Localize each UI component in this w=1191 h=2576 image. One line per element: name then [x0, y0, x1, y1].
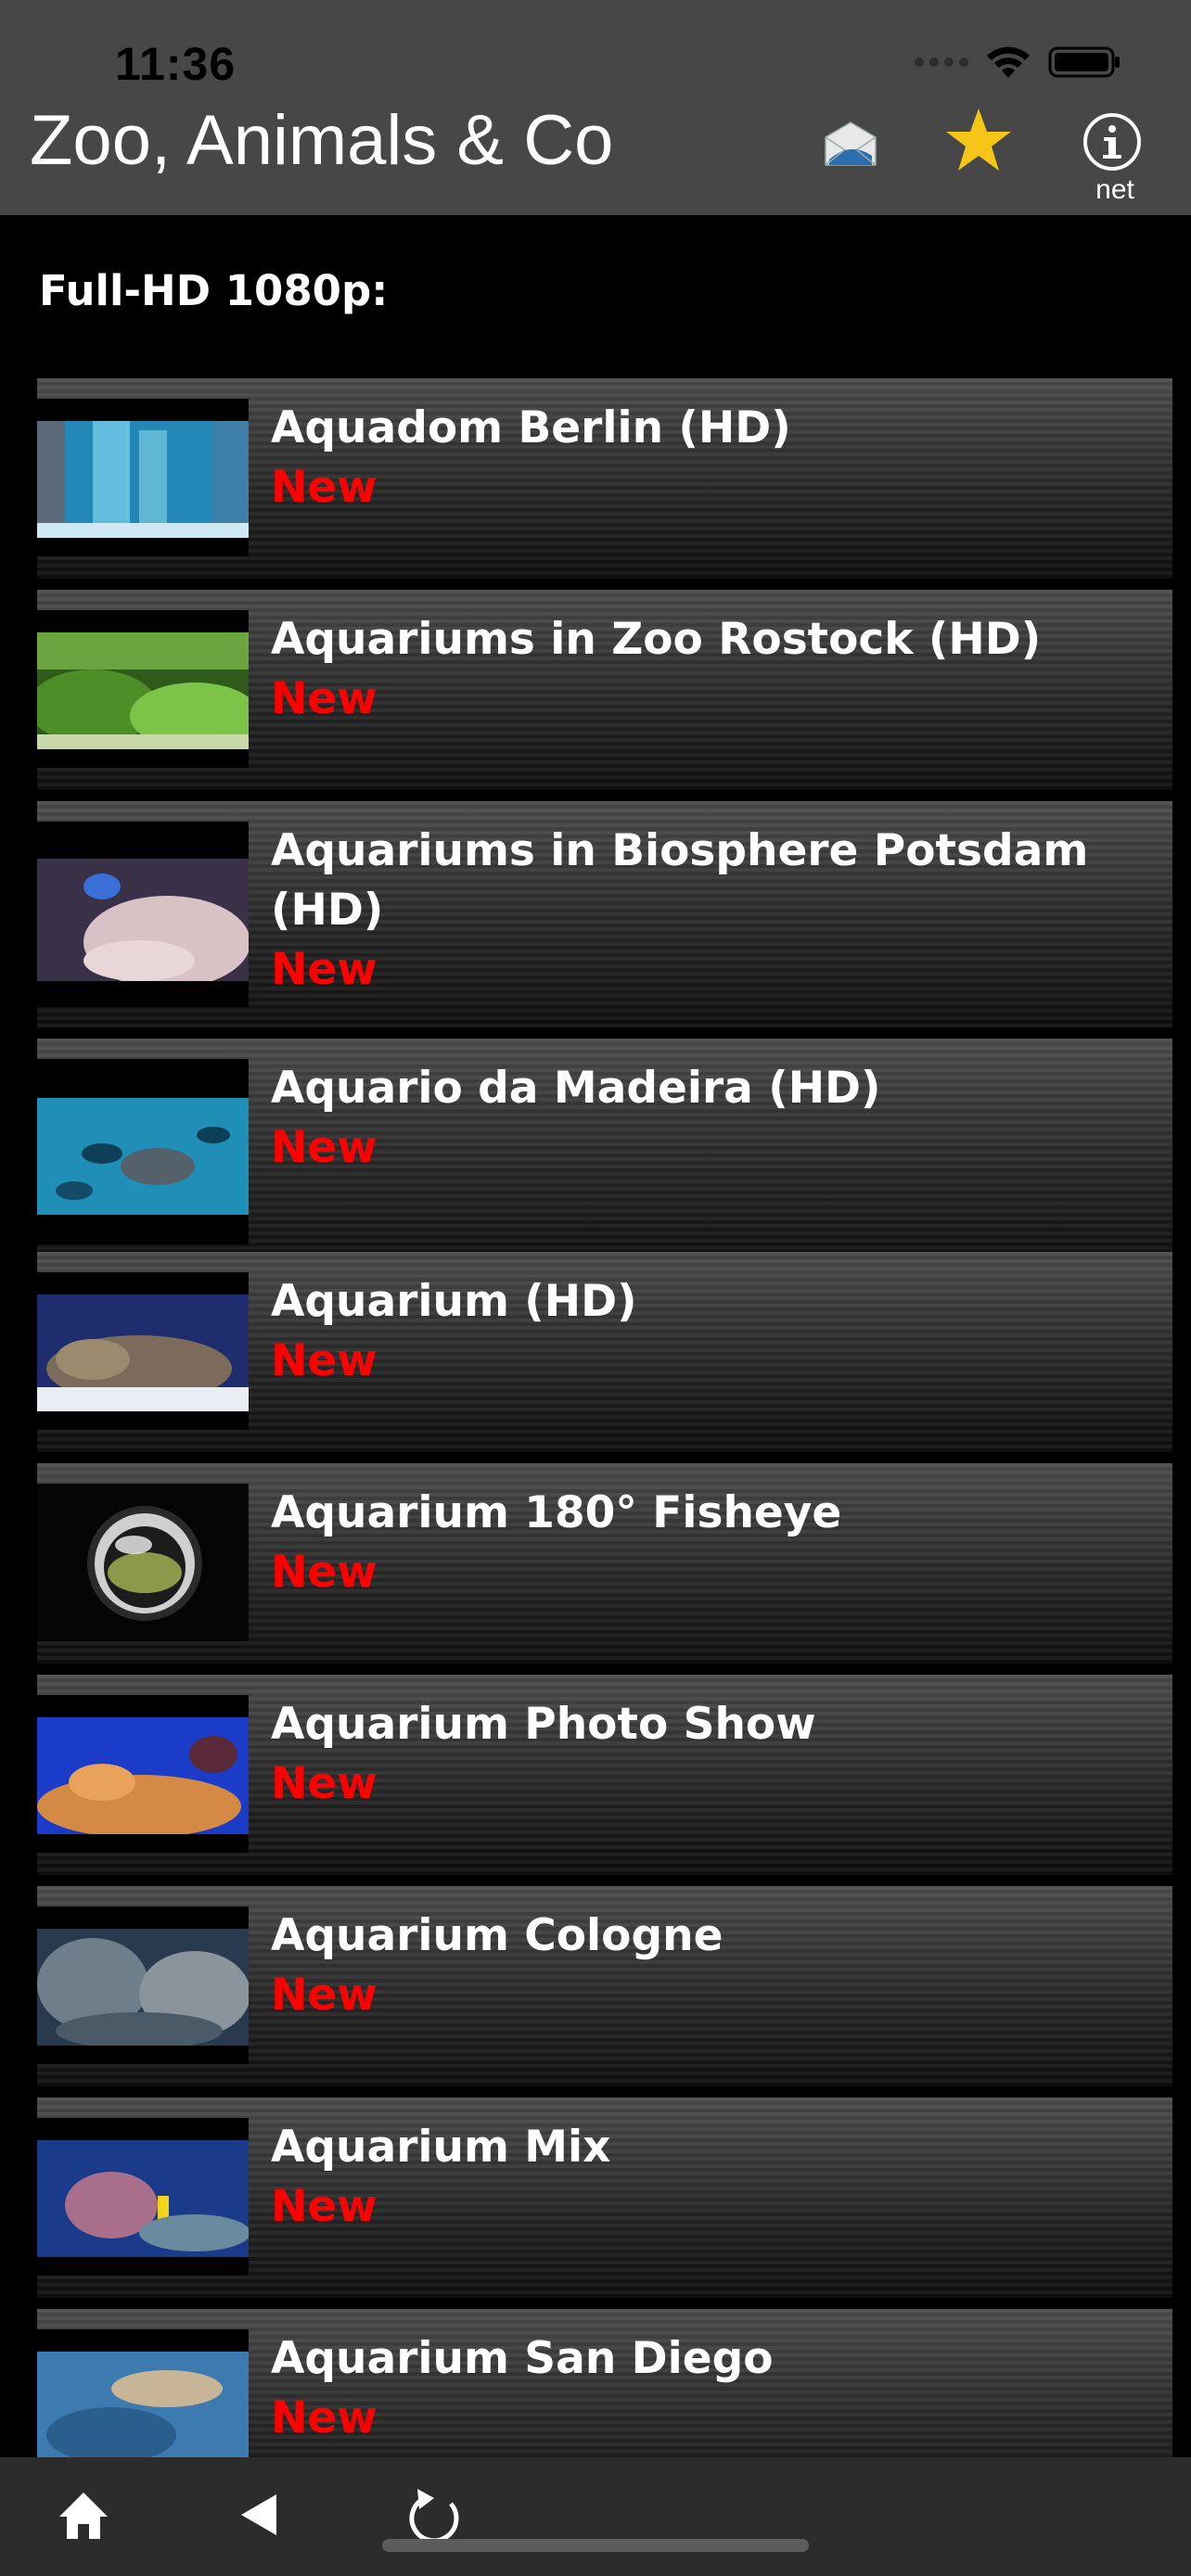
- list-item[interactable]: Aquariums in Zoo Rostock (HD) New: [37, 590, 1172, 790]
- video-thumbnail: [37, 1695, 249, 1853]
- info-icon[interactable]: [1082, 111, 1143, 172]
- list-item[interactable]: Aquarium Mix New: [37, 2098, 1172, 2298]
- video-thumbnail: [37, 1059, 249, 1244]
- video-title: Aquariums in Zoo Rostock (HD): [271, 614, 1042, 665]
- home-indicator: [382, 2539, 809, 2552]
- list-item[interactable]: Aquarium Cologne New: [37, 1886, 1172, 2086]
- home-icon[interactable]: [56, 2489, 111, 2543]
- video-thumbnail: [37, 2118, 249, 2276]
- video-title: Aquarium 180° Fisheye: [271, 1487, 842, 1538]
- reload-icon[interactable]: [404, 2485, 466, 2546]
- battery-icon: [1048, 46, 1120, 78]
- new-badge: New: [271, 1547, 378, 1598]
- cellular-signal-icon: [915, 57, 968, 67]
- mail-icon[interactable]: [822, 119, 879, 169]
- info-label[interactable]: net: [1082, 174, 1148, 206]
- status-time: 11:36: [115, 38, 237, 90]
- video-title: Aquarium Photo Show: [271, 1699, 816, 1750]
- video-title: Aquarium (HD): [271, 1276, 637, 1327]
- bottom-toolbar: [0, 2457, 1191, 2576]
- video-title: Aquarium Mix: [271, 2122, 611, 2173]
- new-badge: New: [271, 462, 378, 513]
- section-title: Full-HD 1080p:: [39, 266, 389, 315]
- new-badge: New: [271, 1335, 378, 1386]
- list-item[interactable]: Aquarium Photo Show New: [37, 1675, 1172, 1875]
- new-badge: New: [271, 944, 378, 995]
- star-icon[interactable]: [944, 106, 1013, 174]
- new-badge: New: [271, 1970, 378, 2021]
- new-badge: New: [271, 1122, 378, 1173]
- video-title: Aquario da Madeira (HD): [271, 1063, 881, 1114]
- video-thumbnail: [37, 1906, 249, 2064]
- list-item[interactable]: Aquadom Berlin (HD) New: [37, 378, 1172, 579]
- list-item[interactable]: Aquarium (HD) New: [37, 1252, 1172, 1452]
- new-badge: New: [271, 1758, 378, 1809]
- back-icon[interactable]: [236, 2491, 282, 2539]
- video-thumbnail: [37, 610, 249, 768]
- video-title: Aquarium San Diego: [271, 2333, 774, 2384]
- video-title: Aquadom Berlin (HD): [271, 402, 791, 453]
- video-title: Aquarium Cologne: [271, 1910, 724, 1961]
- status-icons: [915, 45, 1122, 80]
- list-item[interactable]: Aquario da Madeira (HD) New: [37, 1039, 1172, 1265]
- app-title: Zoo, Animals & Co: [30, 101, 614, 180]
- wifi-icon: [987, 46, 1030, 78]
- video-thumbnail: [37, 822, 249, 1007]
- list-item[interactable]: Aquarium 180° Fisheye New: [37, 1463, 1172, 1664]
- video-thumbnail: [37, 1484, 249, 1641]
- new-badge: New: [271, 2392, 378, 2443]
- new-badge: New: [271, 2181, 378, 2232]
- new-badge: New: [271, 673, 378, 724]
- video-thumbnail: [37, 399, 249, 556]
- video-thumbnail: [37, 1272, 249, 1430]
- app-header: 11:36 Zoo, Animals & Co net: [0, 0, 1191, 215]
- video-title: Aquariums in Biosphere Potsdam (HD): [271, 825, 1089, 936]
- list-item[interactable]: Aquariums in Biosphere Potsdam (HD) New: [37, 801, 1172, 1027]
